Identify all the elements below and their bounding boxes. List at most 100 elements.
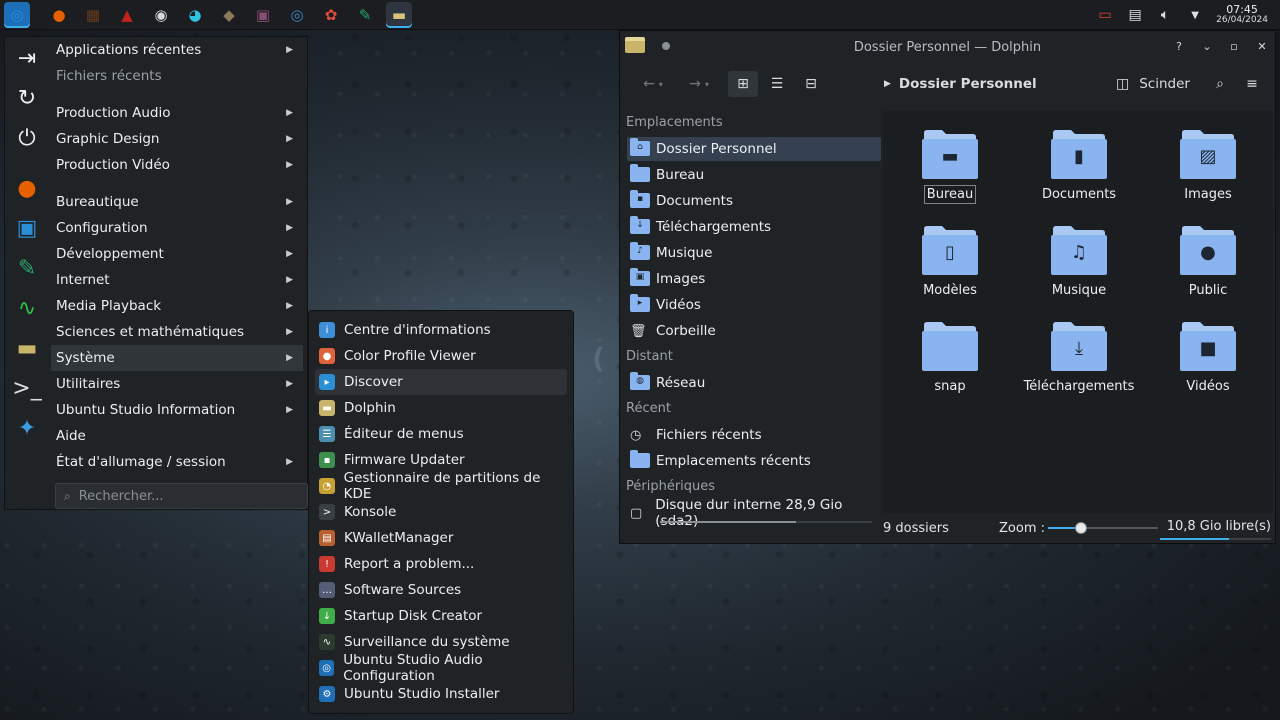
kdenlive-task[interactable]: ▣ xyxy=(250,2,276,28)
place-item[interactable]: 🗑 Corbeille xyxy=(627,319,881,343)
maximize-icon[interactable]: ▫ xyxy=(1227,40,1241,54)
zoom-slider[interactable] xyxy=(1048,522,1158,534)
menu-category-10[interactable]: Sciences et mathématiques ▶ xyxy=(51,319,303,345)
folder-item[interactable]: ■ Vidéos xyxy=(1149,313,1267,403)
icons-view-button[interactable]: ⊞ xyxy=(728,71,758,97)
place-item[interactable]: ◍ Réseau xyxy=(627,371,881,395)
ubuntu-studio-menu-task[interactable]: ◎ xyxy=(4,1,30,28)
kde-connect-fav-button[interactable]: ✦ xyxy=(10,411,44,445)
gimp-task[interactable]: ◆ xyxy=(216,2,242,28)
hamburger-menu-button[interactable]: ≡ xyxy=(1242,71,1262,97)
color-wheel-task[interactable]: ◕ xyxy=(182,2,208,28)
folder-item[interactable]: ♫ Musique xyxy=(1020,217,1138,307)
menu-category-3[interactable]: Graphic Design ▶ xyxy=(51,126,303,152)
folder-item[interactable]: ▮ Documents xyxy=(1020,121,1138,211)
forward-button[interactable]: → ▾ xyxy=(682,71,716,97)
back-button[interactable]: ← ▾ xyxy=(636,71,670,97)
firefox-task[interactable]: ● xyxy=(46,2,72,28)
zoom-slider-handle[interactable] xyxy=(1075,522,1087,534)
place-item[interactable]: ▢ Disque dur interne 28,9 Gio (sda2) xyxy=(627,497,881,529)
menu-category-9[interactable]: Media Playback ▶ xyxy=(51,293,303,319)
split-label: Scinder xyxy=(1139,76,1190,92)
submenu-item-2[interactable]: ▸ Discover xyxy=(315,369,567,395)
menu-category-6[interactable]: Configuration ▶ xyxy=(51,215,303,241)
triangle-app-task[interactable]: ▲ xyxy=(114,2,140,28)
dolphin-fav-button[interactable]: ▬ xyxy=(10,331,44,365)
menu-category-1[interactable]: Fichiers récents xyxy=(51,63,303,89)
place-item[interactable]: ▸ Vidéos xyxy=(627,293,881,317)
submenu-item-11[interactable]: ↓ Startup Disk Creator xyxy=(315,603,567,629)
menu-category-5[interactable]: Bureautique ▶ xyxy=(51,189,303,215)
submenu-item-3[interactable]: ▬ Dolphin xyxy=(315,395,567,421)
folder-shape xyxy=(922,321,978,371)
system-monitor-fav-button[interactable]: ∿ xyxy=(10,291,44,325)
search-button[interactable]: ⌕ xyxy=(1210,71,1230,97)
search-icon: ⌕ xyxy=(1216,76,1224,92)
help-icon[interactable]: ? xyxy=(1172,40,1186,54)
menu-category-11[interactable]: Système ▶ xyxy=(51,345,303,371)
firefox-fav-button[interactable]: ● xyxy=(10,171,44,205)
folder-item[interactable]: ⤓ Téléchargements xyxy=(1020,313,1138,403)
minimize-icon[interactable]: ⌄ xyxy=(1200,40,1214,54)
free-space[interactable]: 10,8 Gio libre(s) xyxy=(1167,519,1271,534)
folder-item[interactable]: ▨ Images xyxy=(1149,121,1267,211)
submenu-item-14[interactable]: ⚙ Ubuntu Studio Installer xyxy=(315,681,567,707)
place-item[interactable]: Emplacements récents xyxy=(627,449,881,473)
menu-category-4[interactable]: Production Vidéo ▶ xyxy=(51,152,303,178)
darktable-task[interactable]: ✿ xyxy=(318,2,344,28)
submenu-item-10[interactable]: … Software Sources xyxy=(315,577,567,603)
screen-capture-icon[interactable]: ▭ xyxy=(1094,4,1116,26)
krita-fav-button[interactable]: ✎ xyxy=(10,251,44,285)
power-button[interactable]: ⏻ xyxy=(10,121,44,155)
dolphin-task-task[interactable]: ▬ xyxy=(386,1,412,28)
restart-button[interactable]: ↻ xyxy=(10,81,44,115)
breadcrumb[interactable]: ▶ Dossier Personnel xyxy=(884,71,1037,97)
window-titlebar[interactable]: Dossier Personnel — Dolphin ? ⌄ ▫ ✕ xyxy=(620,31,1275,63)
volume-icon[interactable]: 🔈︎ xyxy=(1154,4,1176,26)
compact-view-button[interactable]: ☰ xyxy=(762,71,792,97)
folder-item[interactable]: ▯ Modèles xyxy=(891,217,1009,307)
submenu-item-13[interactable]: ◎ Ubuntu Studio Audio Configuration xyxy=(315,652,567,684)
menu-category-0[interactable]: Applications récentes ▶ xyxy=(51,37,303,63)
menu-category-7[interactable]: Développement ▶ xyxy=(51,241,303,267)
submenu-item-0[interactable]: i Centre d'informations xyxy=(315,317,567,343)
place-item[interactable]: ▣ Images xyxy=(627,267,881,291)
folder-item[interactable]: ● Public xyxy=(1149,217,1267,307)
logout-button[interactable]: ⇥ xyxy=(10,41,44,75)
clipboard-icon[interactable]: ▤ xyxy=(1124,4,1146,26)
details-view-button[interactable]: ⊟ xyxy=(796,71,826,97)
menu-category-8[interactable]: Internet ▶ xyxy=(51,267,303,293)
place-item[interactable]: Bureau xyxy=(627,163,881,187)
place-item[interactable]: ♪ Musique xyxy=(627,241,881,265)
submenu-item-6[interactable]: ◔ Gestionnaire de partitions de KDE xyxy=(315,470,567,502)
ardour-task[interactable]: ▦ xyxy=(80,2,106,28)
close-icon[interactable]: ✕ xyxy=(1255,40,1269,54)
record-task[interactable]: ◎ xyxy=(284,2,310,28)
folder-item[interactable]: ▬ Bureau xyxy=(891,121,1009,211)
menu-category-15[interactable]: État d'allumage / session ▶ xyxy=(51,449,303,475)
submenu-item-1[interactable]: ● Color Profile Viewer xyxy=(315,343,567,369)
submenu-item-4[interactable]: ☰ Éditeur de menus xyxy=(315,421,567,447)
menu-category-2[interactable]: Production Audio ▶ xyxy=(51,100,303,126)
obs-task[interactable]: ◉ xyxy=(148,2,174,28)
menu-category-13[interactable]: Ubuntu Studio Information ▶ xyxy=(51,397,303,423)
submenu-item-9[interactable]: ! Report a problem... xyxy=(315,551,567,577)
folder-item[interactable]: snap xyxy=(891,313,1009,403)
place-item[interactable]: ⌂ Dossier Personnel xyxy=(627,137,881,161)
submenu-item-7[interactable]: > Konsole xyxy=(315,499,567,525)
file-view[interactable]: ▬ Bureau ▮ Documents ▨ Images ▯ Modèles ♫ Musique… xyxy=(883,111,1273,513)
digital-clock[interactable]: 07:45 26/04/2024 xyxy=(1216,4,1268,26)
menu-search-field[interactable]: ⌕ Rechercher... xyxy=(55,483,308,509)
menu-category-14[interactable]: Aide xyxy=(51,423,303,449)
krita-task[interactable]: ✎ xyxy=(352,2,378,28)
place-item[interactable]: ◷ Fichiers récents xyxy=(627,423,881,447)
submenu-item-8[interactable]: ▤ KWalletManager xyxy=(315,525,567,551)
split-button[interactable]: ◫ Scinder xyxy=(1116,71,1190,97)
tray-expand-icon[interactable]: ▼ xyxy=(1184,4,1206,26)
menu-category-12[interactable]: Utilitaires ▶ xyxy=(51,371,303,397)
place-item[interactable]: ↓ Téléchargements xyxy=(627,215,881,239)
konsole-fav-button[interactable]: >_ xyxy=(10,371,44,405)
place-item[interactable]: ▪ Documents xyxy=(627,189,881,213)
folder-glyph: ⤓ xyxy=(1075,338,1083,359)
discover-fav-button[interactable]: ▣ xyxy=(10,211,44,245)
